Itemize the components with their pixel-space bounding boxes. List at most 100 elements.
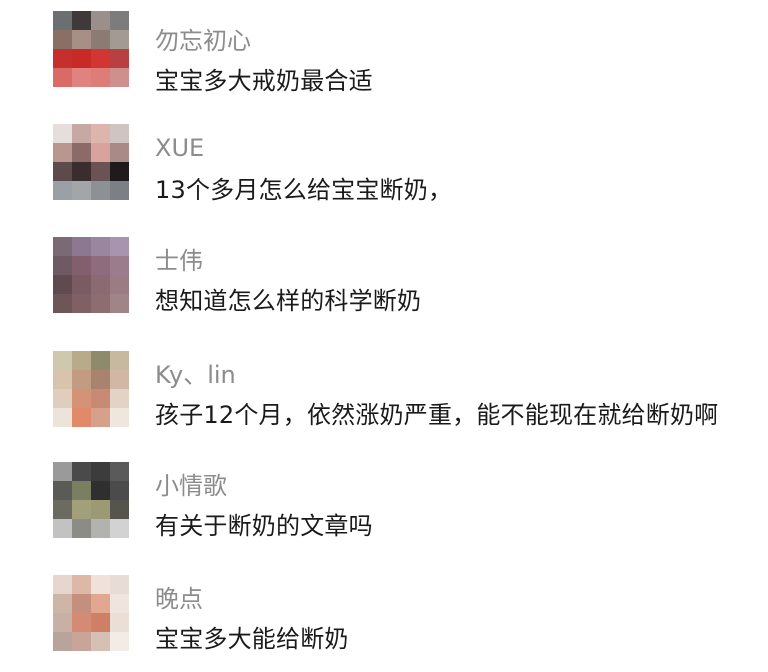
commenter-name[interactable]: 士伟 xyxy=(155,246,203,276)
avatar-mosaic-cell xyxy=(110,575,129,594)
commenter-name[interactable]: 勿忘初心 xyxy=(155,26,251,56)
avatar-mosaic-cell xyxy=(110,181,129,200)
comment-text: 宝宝多大能给断奶 xyxy=(155,625,349,653)
avatar-mosaic-cell xyxy=(53,49,72,68)
avatar-mosaic-cell xyxy=(110,594,129,613)
commenter-name[interactable]: 晚点 xyxy=(155,584,203,614)
avatar-mosaic-cell xyxy=(91,594,110,613)
comment-item: XUE 13个多月怎么给宝宝断奶， xyxy=(0,121,768,221)
comment-item: 小情歌 有关于断奶的文章吗 xyxy=(0,459,768,559)
avatar-mosaic-cell xyxy=(72,594,91,613)
avatar[interactable] xyxy=(53,351,129,427)
avatar[interactable] xyxy=(53,11,129,87)
avatar-mosaic-cell xyxy=(91,408,110,427)
avatar-mosaic-cell xyxy=(91,294,110,313)
comment-text: 孩子12个月，依然涨奶严重，能不能现在就给断奶啊 xyxy=(155,401,719,429)
avatar-mosaic-cell xyxy=(53,389,72,408)
avatar-mosaic-cell xyxy=(91,256,110,275)
avatar-mosaic-cell xyxy=(91,143,110,162)
avatar-mosaic-cell xyxy=(110,389,129,408)
avatar-mosaic-cell xyxy=(91,500,110,519)
avatar-mosaic-cell xyxy=(53,294,72,313)
comment-item: 士伟 想知道怎么样的科学断奶 xyxy=(0,234,768,334)
avatar-mosaic-cell xyxy=(91,68,110,87)
avatar[interactable] xyxy=(53,124,129,200)
avatar[interactable] xyxy=(53,462,129,538)
avatar[interactable] xyxy=(53,237,129,313)
comment-list: 勿忘初心 宝宝多大戒奶最合适 XUE 13个多月怎么给宝宝断奶， 士伟 想知道怎… xyxy=(0,0,768,662)
avatar-mosaic-cell xyxy=(110,275,129,294)
avatar-mosaic-cell xyxy=(91,389,110,408)
avatar-mosaic-cell xyxy=(53,481,72,500)
avatar-mosaic-cell xyxy=(72,519,91,538)
avatar-mosaic-cell xyxy=(110,162,129,181)
avatar-mosaic-cell xyxy=(53,408,72,427)
avatar-mosaic-cell xyxy=(110,408,129,427)
avatar-mosaic-cell xyxy=(53,519,72,538)
avatar-mosaic-cell xyxy=(53,124,72,143)
avatar-mosaic-cell xyxy=(53,237,72,256)
avatar-mosaic-cell xyxy=(110,481,129,500)
avatar[interactable] xyxy=(53,575,129,651)
avatar-mosaic-cell xyxy=(72,481,91,500)
commenter-name[interactable]: XUE xyxy=(155,133,204,163)
avatar-mosaic-cell xyxy=(53,351,72,370)
avatar-mosaic-cell xyxy=(53,613,72,632)
avatar-mosaic-cell xyxy=(91,237,110,256)
avatar-mosaic-cell xyxy=(72,575,91,594)
avatar-mosaic-cell xyxy=(91,351,110,370)
avatar-mosaic-cell xyxy=(72,68,91,87)
avatar-mosaic-cell xyxy=(72,237,91,256)
avatar-mosaic-cell xyxy=(91,481,110,500)
avatar-mosaic-cell xyxy=(72,143,91,162)
avatar-mosaic-cell xyxy=(72,294,91,313)
avatar-mosaic-cell xyxy=(53,181,72,200)
avatar-mosaic-cell xyxy=(91,30,110,49)
avatar-mosaic-cell xyxy=(53,632,72,651)
avatar-mosaic-cell xyxy=(72,408,91,427)
avatar-mosaic-cell xyxy=(110,462,129,481)
avatar-mosaic-cell xyxy=(72,124,91,143)
avatar-mosaic-cell xyxy=(91,124,110,143)
avatar-mosaic-cell xyxy=(53,256,72,275)
avatar-mosaic-cell xyxy=(110,143,129,162)
avatar-mosaic-cell xyxy=(110,632,129,651)
avatar-mosaic-cell xyxy=(91,370,110,389)
avatar-mosaic-cell xyxy=(53,500,72,519)
commenter-name[interactable]: Ky、lin xyxy=(155,360,236,390)
avatar-mosaic-cell xyxy=(72,462,91,481)
comment-item: 勿忘初心 宝宝多大戒奶最合适 xyxy=(0,8,768,108)
comment-text: 宝宝多大戒奶最合适 xyxy=(155,67,373,95)
avatar-mosaic-cell xyxy=(91,275,110,294)
avatar-mosaic-cell xyxy=(72,49,91,68)
comment-text: 13个多月怎么给宝宝断奶， xyxy=(155,176,453,204)
avatar-mosaic-cell xyxy=(53,370,72,389)
comment-item: 晚点 宝宝多大能给断奶 xyxy=(0,572,768,672)
avatar-mosaic-cell xyxy=(91,181,110,200)
avatar-mosaic-cell xyxy=(110,237,129,256)
avatar-mosaic-cell xyxy=(91,519,110,538)
avatar-mosaic-cell xyxy=(53,162,72,181)
avatar-mosaic-cell xyxy=(110,68,129,87)
avatar-mosaic-cell xyxy=(53,143,72,162)
avatar-mosaic-cell xyxy=(110,11,129,30)
avatar-mosaic-cell xyxy=(72,256,91,275)
avatar-mosaic-cell xyxy=(110,351,129,370)
avatar-mosaic-cell xyxy=(72,351,91,370)
avatar-mosaic-cell xyxy=(72,500,91,519)
avatar-mosaic-cell xyxy=(91,11,110,30)
avatar-mosaic-cell xyxy=(91,49,110,68)
avatar-mosaic-cell xyxy=(72,275,91,294)
avatar-mosaic-cell xyxy=(53,594,72,613)
avatar-mosaic-cell xyxy=(110,49,129,68)
avatar-mosaic-cell xyxy=(110,500,129,519)
avatar-mosaic-cell xyxy=(72,613,91,632)
avatar-mosaic-cell xyxy=(53,275,72,294)
avatar-mosaic-cell xyxy=(110,294,129,313)
avatar-mosaic-cell xyxy=(53,11,72,30)
avatar-mosaic-cell xyxy=(110,30,129,49)
avatar-mosaic-cell xyxy=(53,575,72,594)
commenter-name[interactable]: 小情歌 xyxy=(155,471,227,501)
avatar-mosaic-cell xyxy=(91,575,110,594)
avatar-mosaic-cell xyxy=(110,519,129,538)
